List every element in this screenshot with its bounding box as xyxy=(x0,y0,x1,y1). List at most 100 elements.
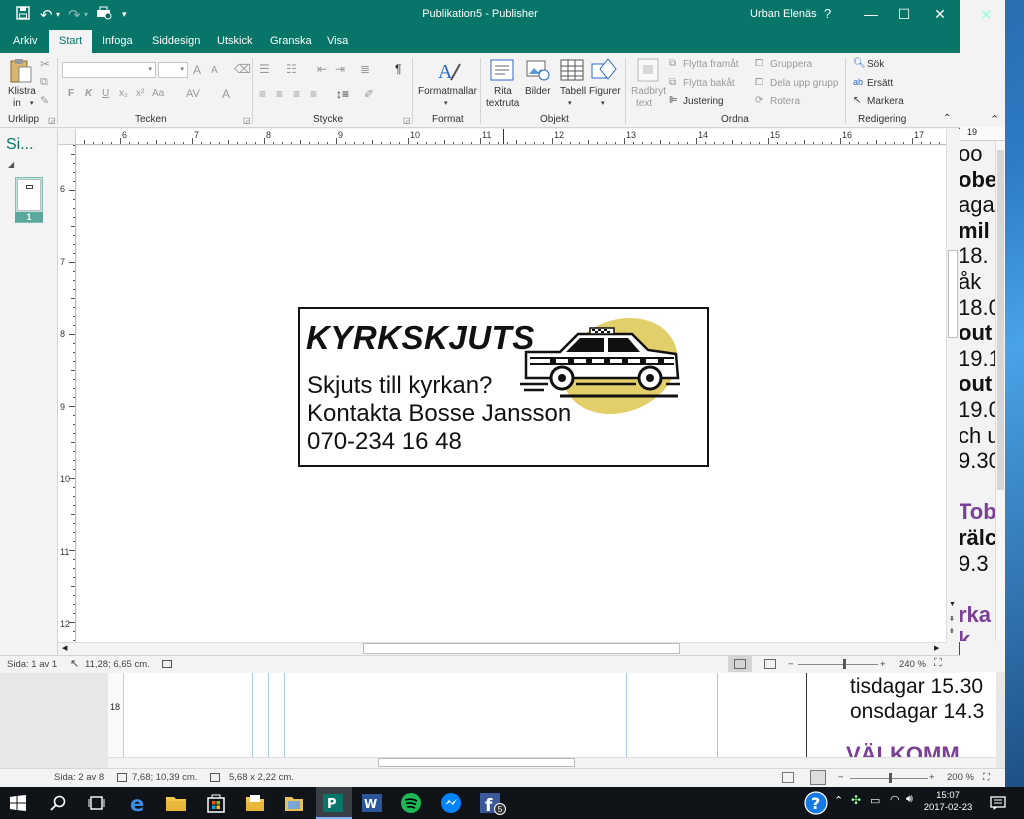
previous-page-icon[interactable]: ⇞ xyxy=(949,615,955,623)
subscript-button[interactable]: x₂ xyxy=(119,88,128,99)
table-icon[interactable] xyxy=(560,58,584,85)
paragraph-shading-icon[interactable]: ✐ xyxy=(364,87,374,101)
single-page-view-icon[interactable] xyxy=(734,659,746,669)
scroll-right-icon[interactable]: ▶ xyxy=(934,644,939,652)
two-page-view-icon[interactable] xyxy=(764,659,776,669)
draw-textbox-label[interactable]: Rita xyxy=(494,86,512,97)
styles-button[interactable]: Formatmallar xyxy=(418,86,477,97)
align-left-icon[interactable]: ≡ xyxy=(259,87,266,101)
action-center-icon[interactable] xyxy=(990,796,1006,810)
tab-granska[interactable]: Granska xyxy=(270,34,312,53)
zoom-slider-thumb[interactable] xyxy=(889,773,892,783)
copy-icon[interactable]: ⧉ xyxy=(40,76,48,89)
system-clock[interactable]: 15:07 2017-02-23 xyxy=(918,790,978,814)
underline-button[interactable]: U xyxy=(102,88,109,99)
replace-icon[interactable]: ab xyxy=(853,77,863,87)
show-paragraph-marks-button[interactable]: ¶ xyxy=(395,62,401,76)
send-backward-button[interactable]: Flytta bakåt xyxy=(683,78,735,89)
paragraph-launcher-icon[interactable]: ◲ xyxy=(403,116,411,125)
help-question-icon[interactable]: ? xyxy=(804,791,828,815)
windows-start-icon[interactable] xyxy=(10,795,26,811)
pictures-icon[interactable] xyxy=(526,58,550,85)
collapse-pane-icon[interactable]: ◢ xyxy=(8,160,14,169)
background-close-icon[interactable]: ✕ xyxy=(980,6,993,24)
task-view-icon[interactable] xyxy=(88,795,105,811)
bring-forward-icon[interactable]: ⧉ xyxy=(669,58,676,69)
card-line-contact[interactable]: Kontakta Bosse Jansson xyxy=(307,400,571,428)
clipboard-launcher-icon[interactable]: ◲ xyxy=(48,116,56,125)
align-objects-icon[interactable]: ⊫ xyxy=(669,95,678,106)
volume-icon[interactable]: 🔊︎ xyxy=(906,793,913,806)
show-hidden-icons[interactable]: ⌃ xyxy=(834,794,843,807)
select-icon[interactable]: ↖ xyxy=(853,95,861,106)
replace-button[interactable]: Ersätt xyxy=(867,78,893,89)
shapes-icon[interactable] xyxy=(591,58,617,85)
zoom-in-icon[interactable]: + xyxy=(929,772,935,783)
maximize-button[interactable]: ☐ xyxy=(889,4,919,24)
draw-textbox-label-2[interactable]: textruta xyxy=(486,98,519,109)
battery-icon[interactable]: ▭ xyxy=(870,794,880,807)
paste-dropdown-icon[interactable]: ▾ xyxy=(30,99,34,107)
background-vertical-scroll-thumb[interactable] xyxy=(997,150,1004,490)
tab-siddesign[interactable]: Siddesign xyxy=(152,34,200,53)
redo-dropdown-icon[interactable]: ▾ xyxy=(84,10,88,19)
next-page-icon[interactable]: ⇟ xyxy=(949,627,955,635)
publisher-icon[interactable]: P xyxy=(322,792,344,814)
send-backward-icon[interactable]: ⧉ xyxy=(669,77,676,88)
collapse-ribbon-icon[interactable]: ⌃ xyxy=(943,113,951,124)
grow-font-icon[interactable]: A xyxy=(193,63,201,77)
undo-dropdown-icon[interactable]: ▾ xyxy=(56,10,60,19)
zoom-level[interactable]: 240 % xyxy=(899,659,926,670)
wifi-icon[interactable]: ◠ xyxy=(890,793,900,806)
card-line-phone[interactable]: 070-234 16 48 xyxy=(307,428,462,456)
paste-label-2[interactable]: in xyxy=(13,98,21,109)
line-spacing-icon[interactable]: ↕≡ xyxy=(336,87,349,101)
styles-icon[interactable]: A xyxy=(436,58,462,87)
styles-dropdown-icon[interactable]: ▾ xyxy=(444,99,448,107)
zoom-slider-thumb[interactable] xyxy=(843,659,846,669)
search-icon[interactable] xyxy=(50,795,66,811)
group-icon[interactable]: ⧠ xyxy=(755,58,763,69)
title-bar[interactable]: ↶ ▾ ↷ ▾ ▾ Publikation5 - Publisher Urban… xyxy=(0,0,960,30)
select-button[interactable]: Markera xyxy=(867,96,904,107)
save-icon[interactable] xyxy=(16,6,30,23)
scroll-left-icon[interactable]: ◀ xyxy=(62,644,67,652)
minimize-button[interactable]: — xyxy=(856,4,886,24)
superscript-button[interactable]: x² xyxy=(136,88,144,99)
background-horizontal-scroll-thumb[interactable] xyxy=(378,758,575,767)
tab-start[interactable]: Start xyxy=(49,30,93,53)
justify-icon[interactable]: ≡ xyxy=(310,87,317,101)
decrease-indent-icon[interactable]: ⇤ xyxy=(317,62,327,76)
tab-utskick[interactable]: Utskick xyxy=(217,34,252,53)
increase-indent-icon[interactable]: ⇥ xyxy=(335,62,345,76)
font-name-field[interactable]: ▾ xyxy=(62,62,156,78)
align-objects-button[interactable]: Justering xyxy=(683,96,724,107)
shrink-font-icon[interactable]: A xyxy=(211,65,218,76)
ungroup-button[interactable]: Dela upp grupp xyxy=(770,78,838,89)
edge-browser-icon[interactable]: e xyxy=(128,792,150,814)
horizontal-ruler[interactable]: 6 7 8 9 10 11 12 13 14 15 16 17 xyxy=(76,129,946,145)
ungroup-icon[interactable]: ⧠ xyxy=(755,77,763,88)
paste-icon[interactable] xyxy=(9,58,33,87)
close-button[interactable]: ✕ xyxy=(925,4,955,24)
numbering-icon[interactable]: ☷ xyxy=(286,62,297,76)
horizontal-scroll-thumb[interactable] xyxy=(363,643,680,654)
vertical-ruler[interactable]: 6 7 8 9 10 11 12 xyxy=(58,145,76,642)
rotate-button[interactable]: Rotera xyxy=(770,96,800,107)
bullets-icon[interactable]: ☰ xyxy=(259,62,270,76)
character-spacing-icon[interactable]: AV xyxy=(186,88,200,100)
user-name[interactable]: Urban Elenäs xyxy=(750,8,817,20)
find-icon[interactable]: 🔍︎ xyxy=(853,58,866,69)
clear-formatting-icon[interactable]: ⌫ xyxy=(234,62,251,76)
rotate-icon[interactable]: ⟳ xyxy=(755,95,763,106)
font-size-field[interactable]: ▾ xyxy=(158,62,188,78)
two-page-view-icon[interactable] xyxy=(810,770,826,785)
scroll-down-icon[interactable]: ▼ xyxy=(949,601,956,608)
background-page-indicator[interactable]: Sida: 2 av 8 xyxy=(54,772,104,783)
documents-folder-icon[interactable] xyxy=(244,792,266,814)
wrap-text-label-2[interactable]: text xyxy=(636,98,652,109)
print-preview-icon[interactable] xyxy=(96,6,112,23)
store-icon[interactable] xyxy=(205,792,227,814)
file-explorer-icon[interactable] xyxy=(165,792,187,814)
cut-icon[interactable]: ✂ xyxy=(40,57,50,71)
